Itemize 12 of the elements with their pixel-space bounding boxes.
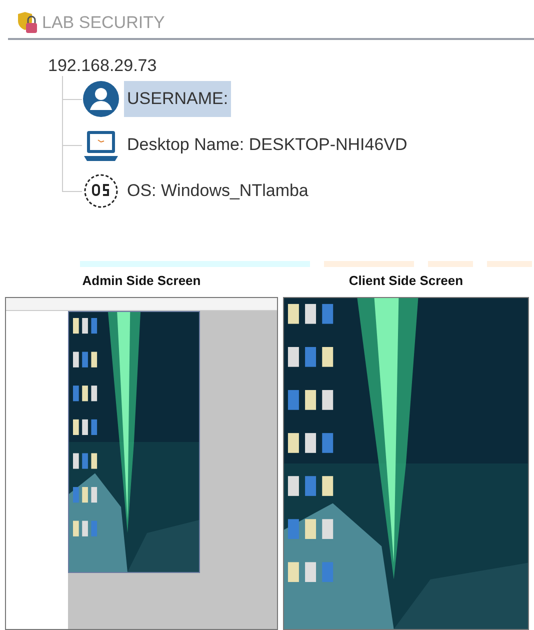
user-icon: [82, 80, 120, 118]
tree-item[interactable]: OS: Windows_NTlamba: [124, 173, 312, 209]
app-title: LAB SECURITY: [42, 13, 165, 33]
tree-root[interactable]: 192.168.29.73: [48, 56, 157, 76]
tree-item[interactable]: USERNAME:: [124, 81, 232, 117]
screen-caption: Admin Side Screen: [82, 273, 201, 290]
shield-lock-icon: [16, 11, 38, 35]
screen-caption: Client Side Screen: [348, 273, 464, 290]
tree-item[interactable]: Desktop Name: DESKTOP-NHI46VD: [124, 127, 410, 163]
tree-connector: [62, 122, 82, 168]
os-icon: [82, 172, 120, 210]
tree-connector: [62, 76, 82, 122]
